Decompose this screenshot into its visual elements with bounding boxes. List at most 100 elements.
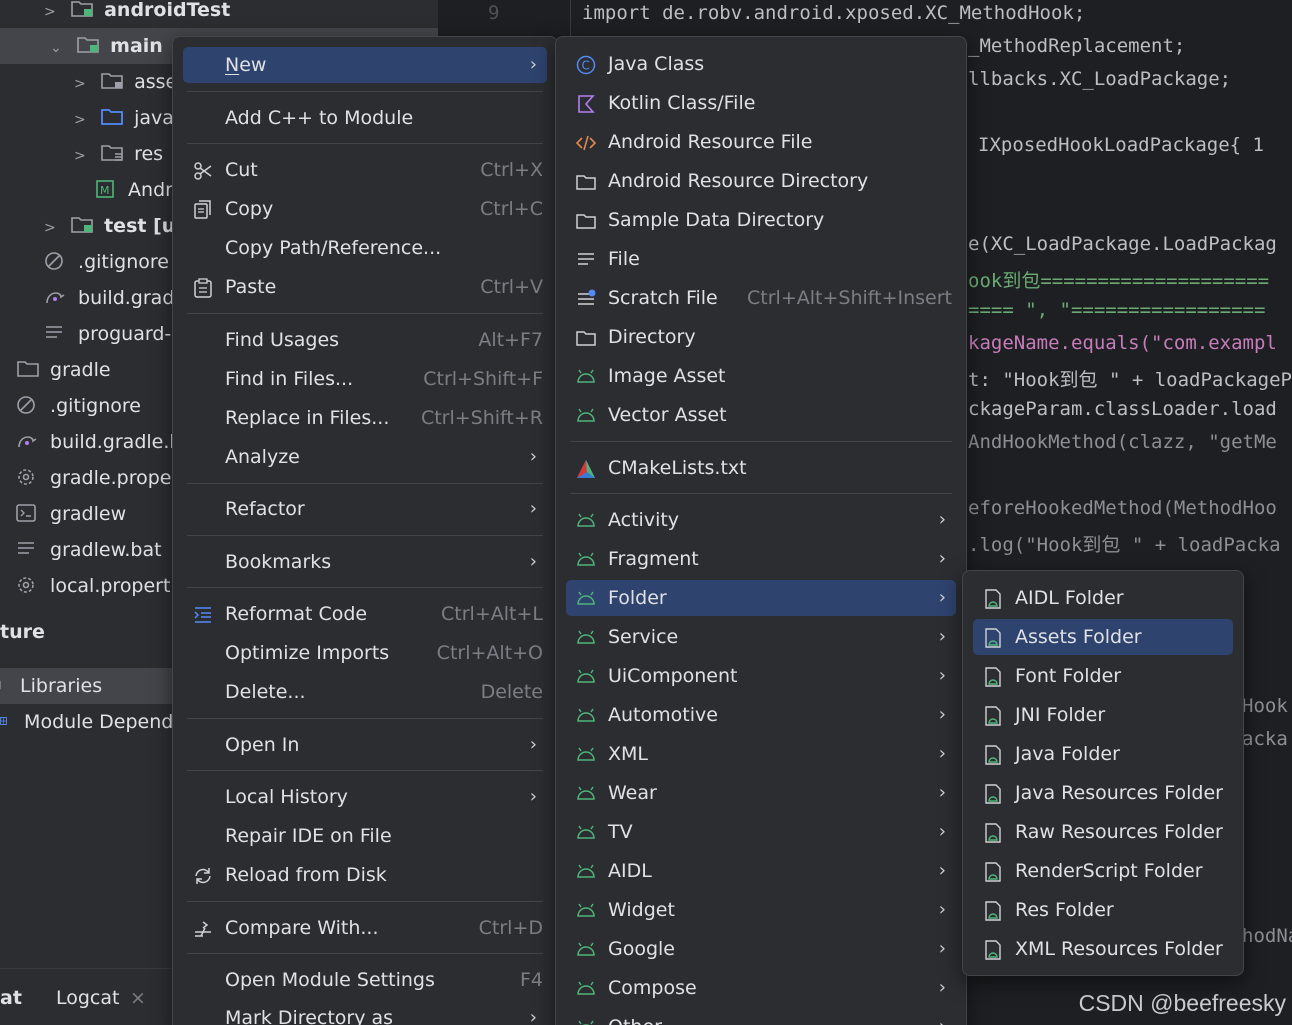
chevron-right-icon: › bbox=[938, 509, 946, 530]
tree-node-assets[interactable]: > asset bbox=[74, 64, 185, 100]
menu-item-compare-with[interactable]: Compare With... Ctrl+D bbox=[183, 910, 547, 946]
menu-item-repair-ide[interactable]: Repair IDE on File bbox=[183, 818, 547, 854]
menu-item-widget[interactable]: Widget › bbox=[566, 892, 956, 928]
chevron-right-icon[interactable]: > bbox=[74, 138, 94, 174]
tree-node-manifest[interactable]: M Andr bbox=[94, 172, 173, 208]
shortcut-label: Alt+F7 bbox=[478, 329, 543, 351]
menu-item-java-resources-folder[interactable]: Java Resources Folder bbox=[973, 775, 1233, 811]
menu-item-label: Scratch File bbox=[608, 287, 718, 309]
menu-item-open-module-settings[interactable]: Open Module Settings F4 bbox=[183, 962, 547, 998]
menu-item-aidl[interactable]: AIDL › bbox=[566, 853, 956, 889]
menu-item-file[interactable]: File bbox=[566, 241, 956, 277]
tree-node-gradle-folder[interactable]: gradle bbox=[16, 352, 111, 388]
menu-item-optimize-imports[interactable]: Optimize Imports Ctrl+Alt+O bbox=[183, 635, 547, 671]
tree-node-gradlew[interactable]: gradlew bbox=[16, 496, 126, 532]
menu-item-java-class[interactable]: C Java Class bbox=[566, 46, 956, 82]
menu-item-reload-from-disk[interactable]: Reload from Disk bbox=[183, 857, 547, 893]
tab-logcat[interactable]: Logcat bbox=[56, 987, 119, 1009]
menu-item-other[interactable]: Other › bbox=[566, 1009, 956, 1025]
menu-item-activity[interactable]: Activity › bbox=[566, 502, 956, 538]
menu-item-sample-data-directory[interactable]: Sample Data Directory bbox=[566, 202, 956, 238]
chevron-down-icon[interactable]: ⌄ bbox=[50, 30, 70, 66]
tree-node-root-build-gradle[interactable]: build.gradle.kt bbox=[16, 424, 188, 460]
tree-node-proguard[interactable]: proguard-r bbox=[44, 316, 179, 352]
menu-item-scratch-file[interactable]: Scratch File Ctrl+Alt+Shift+Insert bbox=[566, 280, 956, 316]
menu-item-replace-in-files[interactable]: Replace in Files... Ctrl+Shift+R bbox=[183, 400, 547, 436]
tab-partial[interactable]: at bbox=[0, 987, 22, 1009]
menu-item-tv[interactable]: TV › bbox=[566, 814, 956, 850]
menu-item-reformat-code[interactable]: Reformat Code Ctrl+Alt+L bbox=[183, 596, 547, 632]
menu-item-label: Cut bbox=[225, 159, 258, 181]
menu-item-directory[interactable]: Directory bbox=[566, 319, 956, 355]
tree-node-local-properties[interactable]: local.propertie bbox=[16, 568, 187, 604]
menu-item-find-usages[interactable]: Find Usages Alt+F7 bbox=[183, 322, 547, 358]
menu-item-xml[interactable]: XML › bbox=[566, 736, 956, 772]
menu-item-open-in[interactable]: Open In › bbox=[183, 727, 547, 763]
tree-node-res[interactable]: > res bbox=[74, 136, 163, 172]
menu-item-mark-directory[interactable]: Mark Directory as › bbox=[183, 1000, 547, 1025]
android-icon bbox=[577, 552, 595, 566]
menu-item-label: Image Asset bbox=[608, 365, 726, 387]
menu-item-kotlin-class[interactable]: Kotlin Class/File bbox=[566, 85, 956, 121]
menu-item-add-cpp[interactable]: Add C++ to Module bbox=[183, 100, 547, 136]
menu-item-font-folder[interactable]: Font Folder bbox=[973, 658, 1233, 694]
tree-node-java[interactable]: > java bbox=[74, 100, 174, 136]
menu-item-automotive[interactable]: Automotive › bbox=[566, 697, 956, 733]
menu-item-compose[interactable]: Compose › bbox=[566, 970, 956, 1006]
menu-item-xml-resources-folder[interactable]: XML Resources Folder bbox=[973, 931, 1233, 967]
menu-item-find-in-files[interactable]: Find in Files... Ctrl+Shift+F bbox=[183, 361, 547, 397]
chevron-right-icon[interactable]: > bbox=[44, 0, 64, 30]
menu-item-android-resource-directory[interactable]: Android Resource Directory bbox=[566, 163, 956, 199]
android-icon bbox=[577, 708, 595, 722]
menu-item-java-folder[interactable]: Java Folder bbox=[973, 736, 1233, 772]
chevron-right-icon: › bbox=[529, 786, 537, 807]
menu-item-renderscript-folder[interactable]: RenderScript Folder bbox=[973, 853, 1233, 889]
menu-item-vector-asset[interactable]: Vector Asset bbox=[566, 397, 956, 433]
menu-item-wear[interactable]: Wear › bbox=[566, 775, 956, 811]
tree-node-gitignore[interactable]: .gitignore bbox=[44, 244, 169, 280]
tree-node-gradle-properties[interactable]: gradle.propert bbox=[16, 460, 187, 496]
menu-item-paste[interactable]: Paste Ctrl+V bbox=[183, 269, 547, 305]
code-line: llbacks.XC_LoadPackage; bbox=[968, 68, 1232, 90]
menu-item-label: Compare With... bbox=[225, 917, 379, 939]
chevron-right-icon[interactable]: > bbox=[74, 66, 94, 102]
close-icon[interactable]: × bbox=[130, 987, 146, 1009]
tree-node-androidTest[interactable]: > androidTest bbox=[44, 0, 230, 28]
menu-item-fragment[interactable]: Fragment › bbox=[566, 541, 956, 577]
menu-item-folder[interactable]: Folder › bbox=[566, 580, 956, 616]
gradle-icon bbox=[46, 292, 65, 304]
menu-item-res-folder[interactable]: Res Folder bbox=[973, 892, 1233, 928]
menu-item-jni-folder[interactable]: JNI Folder bbox=[973, 697, 1233, 733]
menu-item-local-history[interactable]: Local History › bbox=[183, 779, 547, 815]
menu-item-assets-folder[interactable]: Assets Folder bbox=[973, 619, 1233, 655]
menu-item-label: Mark Directory as bbox=[225, 1007, 394, 1025]
tree-node-module-dependencies[interactable]: Module Depender bbox=[0, 704, 193, 740]
tree-node-root-gitignore[interactable]: .gitignore bbox=[16, 388, 141, 424]
menu-item-aidl-folder[interactable]: AIDL Folder bbox=[973, 580, 1233, 616]
menu-item-bookmarks[interactable]: Bookmarks › bbox=[183, 544, 547, 580]
folder-icon bbox=[576, 214, 596, 229]
menu-item-android-resource-file[interactable]: Android Resource File bbox=[566, 124, 956, 160]
menu-item-cut[interactable]: Cut Ctrl+X bbox=[183, 152, 547, 188]
menu-item-analyze[interactable]: Analyze › bbox=[183, 439, 547, 475]
chevron-right-icon: › bbox=[938, 665, 946, 686]
code-line: .log("Hook到包 " + loadPacka bbox=[968, 534, 1281, 556]
menu-item-copy[interactable]: Copy Ctrl+C bbox=[183, 191, 547, 227]
menu-item-service[interactable]: Service › bbox=[566, 619, 956, 655]
menu-item-copy-path[interactable]: Copy Path/Reference... bbox=[183, 230, 547, 266]
menu-item-label: Google bbox=[608, 938, 676, 960]
menu-item-google[interactable]: Google › bbox=[566, 931, 956, 967]
chevron-right-icon[interactable]: > bbox=[44, 210, 64, 246]
menu-item-raw-resources-folder[interactable]: Raw Resources Folder bbox=[973, 814, 1233, 850]
menu-item-uicomponent[interactable]: UiComponent › bbox=[566, 658, 956, 694]
tree-node-label: build.gradle.kt bbox=[50, 431, 188, 453]
chevron-right-icon[interactable]: > bbox=[74, 102, 94, 138]
menu-item-cmakelists[interactable]: CMakeLists.txt bbox=[566, 450, 956, 486]
menu-item-refactor[interactable]: Refactor › bbox=[183, 491, 547, 527]
menu-item-label: Service bbox=[608, 626, 679, 648]
tree-node-gradlew-bat[interactable]: gradlew.bat bbox=[16, 532, 162, 568]
menu-item-new[interactable]: New › bbox=[183, 47, 547, 83]
tree-node-build-gradle[interactable]: build.gradl bbox=[44, 280, 180, 316]
menu-item-image-asset[interactable]: Image Asset bbox=[566, 358, 956, 394]
menu-item-delete[interactable]: Delete... Delete bbox=[183, 674, 547, 710]
